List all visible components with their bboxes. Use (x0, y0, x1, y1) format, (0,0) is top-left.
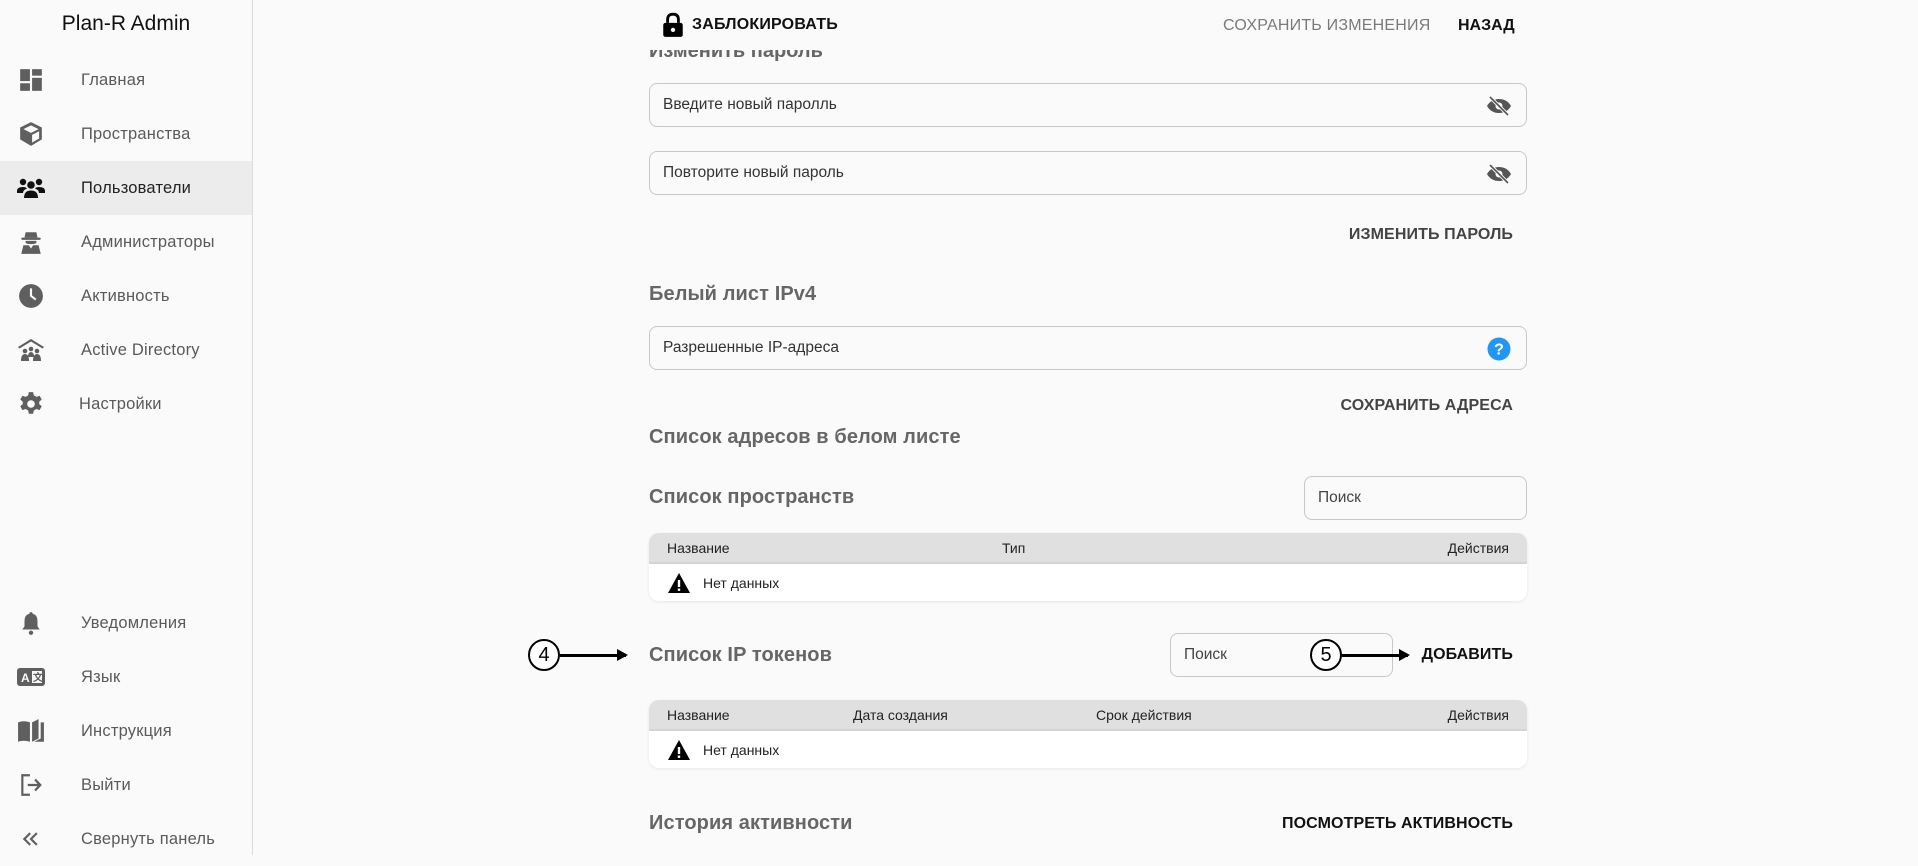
save-changes-button[interactable]: СОХРАНИТЬ ИЗМЕНЕНИЯ (1223, 17, 1430, 35)
sidebar-item-label: Инструкция (81, 721, 172, 740)
empty-text: Нет данных (703, 741, 780, 758)
allowed-ip-field[interactable]: Разрешенные IP-адреса ? (649, 326, 1527, 370)
svg-text:文: 文 (33, 671, 44, 684)
app-title: Plan-R Admin (61, 12, 191, 35)
column-header[interactable]: Тип (1002, 540, 1025, 556)
sidebar-item-admins[interactable]: Администраторы (0, 215, 252, 269)
sidebar-item-language[interactable]: A文 Язык (0, 650, 252, 704)
table-header: Название Тип Действия (649, 533, 1527, 564)
clock-icon (17, 282, 45, 310)
sidebar-item-label: Active Directory (81, 340, 200, 359)
bell-icon (17, 609, 45, 637)
block-user-button[interactable]: ЗАБЛОКИРОВАТЬ (662, 12, 838, 38)
spaces-table: Название Тип Действия Нет данных (649, 533, 1527, 601)
sidebar-item-spaces[interactable]: Пространства (0, 107, 252, 161)
annotation-arrow (1342, 649, 1410, 660)
sidebar-item-label: Пользователи (81, 178, 192, 197)
book-icon (17, 717, 45, 745)
sidebar-item-active-directory[interactable]: Active Directory (0, 323, 252, 377)
sidebar-item-label: Главная (81, 70, 146, 89)
whitelist-section-title: Белый лист IPv4 (649, 283, 817, 305)
repeat-password-field[interactable]: Повторите новый пароль (649, 151, 1527, 195)
sidebar-item-settings[interactable]: Настройки (0, 377, 252, 431)
sidebar-item-label: Администраторы (81, 232, 215, 251)
annotation-marker: 5 (1310, 639, 1342, 671)
new-password-placeholder: Введите новый паролль (663, 96, 837, 113)
block-user-label: ЗАБЛОКИРОВАТЬ (692, 16, 838, 33)
lock-icon (663, 12, 683, 37)
tokens-section-title: Список IP токенов (649, 644, 832, 666)
sidebar-item-users[interactable]: Пользователи (0, 161, 252, 215)
warning-icon (668, 739, 690, 760)
empty-row: Нет данных (649, 731, 1527, 768)
empty-text: Нет данных (703, 574, 780, 591)
sidebar-collapse-button[interactable]: Свернуть панель (0, 812, 252, 866)
column-header[interactable]: Название (667, 540, 730, 556)
sidebar-item-notifications[interactable]: Уведомления (0, 596, 252, 650)
annotation-arrow (560, 649, 628, 660)
logout-icon (17, 771, 45, 799)
svg-text:A: A (21, 671, 30, 685)
column-header: Действия (1447, 540, 1509, 556)
eye-off-icon[interactable] (1486, 94, 1512, 118)
sidebar-item-label: Уведомления (81, 613, 187, 632)
language-icon: A文 (17, 663, 45, 691)
empty-row: Нет данных (649, 564, 1527, 601)
svg-text:?: ? (1494, 342, 1504, 359)
warning-icon (668, 572, 690, 593)
sidebar: Plan-R Admin Главная Пространства Пользо… (0, 0, 253, 855)
spaces-section-title: Список пространств (649, 486, 855, 508)
column-header[interactable]: Название (667, 707, 730, 723)
sidebar-item-label: Активность (81, 286, 170, 305)
cube-icon (17, 120, 45, 148)
sidebar-item-label: Свернуть панель (81, 829, 216, 848)
back-button[interactable]: НАЗАД (1458, 17, 1515, 35)
column-header[interactable]: Срок действия (1096, 707, 1192, 723)
eye-off-icon[interactable] (1486, 162, 1512, 186)
view-activity-button[interactable]: ПОСМОТРЕТЬ АКТИВНОСТЬ (1282, 815, 1513, 833)
house-users-icon (17, 336, 45, 364)
column-header: Действия (1447, 707, 1509, 723)
new-password-field[interactable]: Введите новый паролль (649, 83, 1527, 127)
help-icon[interactable]: ? (1486, 337, 1512, 361)
tokens-search-placeholder: Поиск (1184, 646, 1227, 663)
sidebar-item-label: Выйти (81, 775, 131, 794)
annotation-marker: 4 (528, 639, 560, 671)
top-toolbar: ЗАБЛОКИРОВАТЬ СОХРАНИТЬ ИЗМЕНЕНИЯ НАЗАД (253, 0, 1918, 50)
double-chevron-left-icon (17, 825, 45, 853)
sidebar-item-label: Пространства (81, 124, 191, 143)
sidebar-item-manual[interactable]: Инструкция (0, 704, 252, 758)
users-icon (17, 174, 45, 202)
add-token-button[interactable]: ДОБАВИТЬ (1422, 646, 1513, 664)
column-header[interactable]: Дата создания (853, 707, 948, 723)
dashboard-icon (17, 66, 45, 94)
table-header: Название Дата создания Срок действия Дей… (649, 700, 1527, 731)
tokens-table: Название Дата создания Срок действия Дей… (649, 700, 1527, 768)
gear-icon (17, 390, 45, 418)
change-password-button[interactable]: ИЗМЕНИТЬ ПАРОЛЬ (1349, 226, 1513, 244)
spy-admin-icon (17, 228, 45, 256)
allowed-ip-placeholder: Разрешенные IP-адреса (663, 339, 839, 356)
sidebar-item-label: Настройки (79, 394, 162, 413)
spaces-search-placeholder: Поиск (1318, 489, 1361, 506)
sidebar-item-label: Язык (81, 667, 121, 686)
spaces-search-input[interactable]: Поиск (1304, 476, 1527, 520)
sidebar-item-activity[interactable]: Активность (0, 269, 252, 323)
whitelist-list-title: Список адресов в белом листе (649, 426, 961, 448)
activity-section-title: История активности (649, 812, 853, 834)
repeat-password-placeholder: Повторите новый пароль (663, 164, 844, 181)
save-addresses-button[interactable]: СОХРАНИТЬ АДРЕСА (1341, 397, 1513, 415)
sidebar-item-logout[interactable]: Выйти (0, 758, 252, 812)
sidebar-item-home[interactable]: Главная (0, 53, 252, 107)
user-edit-form: Изменить пароль Введите новый паролль По… (649, 0, 1527, 855)
